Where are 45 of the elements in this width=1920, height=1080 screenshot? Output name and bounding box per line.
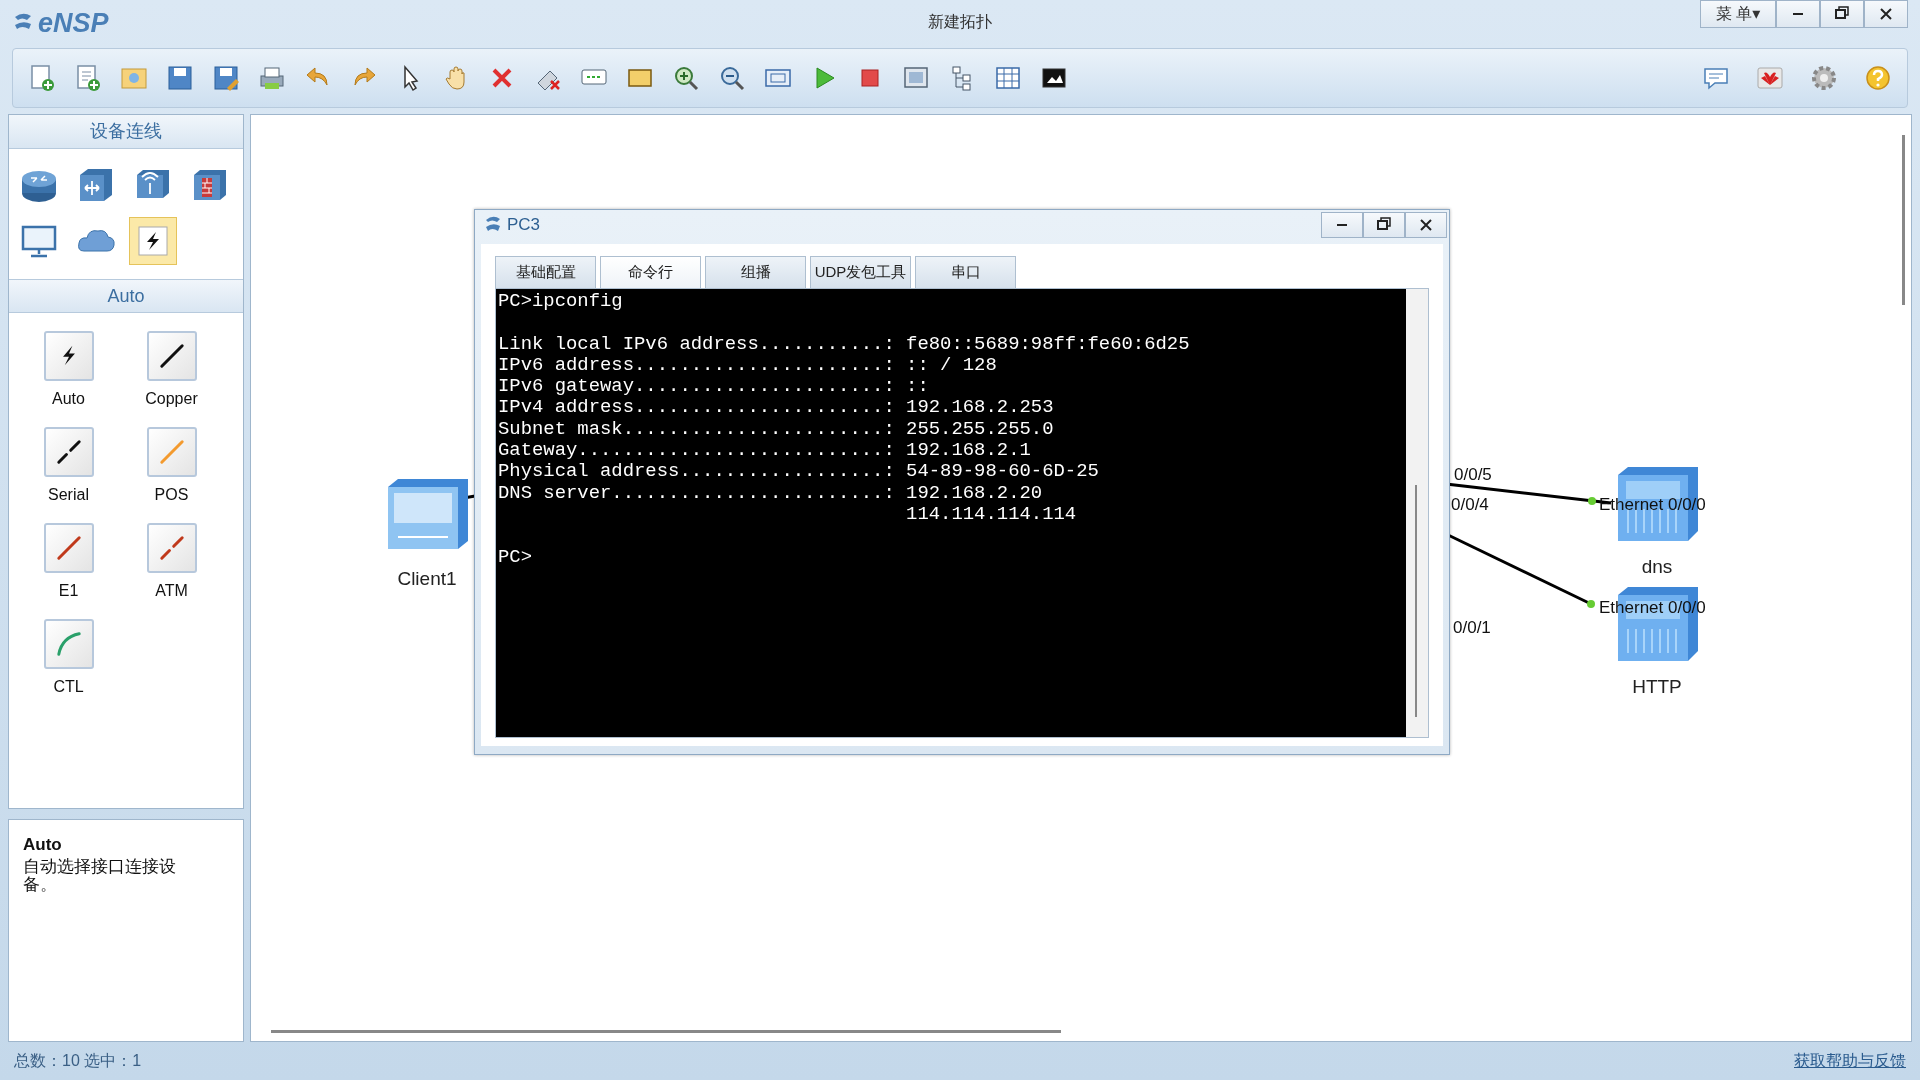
port-label: 0/0/1 — [1453, 617, 1491, 639]
window-title: PC3 — [507, 214, 541, 237]
link-type-button[interactable] — [43, 427, 94, 477]
link-type-button[interactable] — [146, 331, 197, 381]
info-text: 自动选择接口连接设备。 — [23, 857, 177, 895]
tab[interactable]: 基础配置 — [495, 256, 596, 288]
close-button[interactable] — [1864, 0, 1908, 28]
tab[interactable]: UDP发包工具 — [810, 256, 911, 288]
close-button[interactable] — [1405, 212, 1447, 238]
app-logo: eNSP — [38, 6, 109, 40]
link-type-label: POS — [154, 485, 189, 505]
port-label: Ethernet 0/0/0 — [1599, 597, 1706, 619]
port-label: 0/0/4 — [1451, 494, 1489, 516]
link-type-label: Copper — [145, 389, 198, 409]
settings-icon[interactable] — [1809, 63, 1839, 93]
link-type-label: E1 — [58, 581, 79, 601]
link-type-label: ATM — [155, 581, 188, 601]
device-label: dns — [1641, 555, 1673, 579]
restore-button[interactable] — [1820, 0, 1864, 28]
panel-header: 设备连线 — [9, 115, 243, 149]
console-output: PC>ipconfig Link local IPv6 address...........: fe80::5689:98ff:fe60:6d25 IPv6 address......................: :: / 128 IPv6 gateway......................: :: IPv4 address......................: 192.168.2.253 Subnet mask.......................: 255.255.255.0 Gateway...........................: 192.168.2.1 Physical address..................: 54-89-98-60-6D-25 DNS server........................: 192.168.2.20 114.114.114.114 PC> — [496, 289, 1406, 737]
window-title: 新建拓扑 — [928, 12, 992, 32]
panel-header: Auto — [9, 279, 243, 313]
tab[interactable]: 命令行 — [600, 256, 701, 288]
device-label: Client1 — [397, 567, 457, 591]
minimize-icon — [1792, 12, 1804, 16]
help-icon[interactable] — [1863, 63, 1893, 93]
help-link[interactable]: 获取帮助与反馈 — [1794, 1049, 1906, 1073]
link-type-label: CTL — [53, 677, 84, 697]
tab[interactable]: 组播 — [705, 256, 806, 288]
port-dot — [1587, 600, 1595, 608]
info-title: Auto — [23, 834, 63, 856]
menu-button[interactable]: 菜 单▾ — [1700, 0, 1776, 28]
scrollbar[interactable] — [1902, 135, 1905, 305]
scrollbar[interactable] — [1415, 485, 1417, 717]
restore-button[interactable] — [1363, 212, 1405, 238]
scrollbar[interactable] — [271, 1030, 1061, 1033]
link-type-label: Auto — [52, 389, 85, 409]
tab[interactable]: 串口 — [915, 256, 1016, 288]
port-label: 0/0/5 — [1454, 464, 1492, 486]
status-text: 总数：10 选中：1 — [14, 1051, 142, 1071]
device-label: HTTP — [1632, 675, 1682, 699]
port-dot — [1588, 497, 1596, 505]
link-type-label: Serial — [48, 485, 89, 505]
minimize-icon — [1336, 223, 1348, 227]
